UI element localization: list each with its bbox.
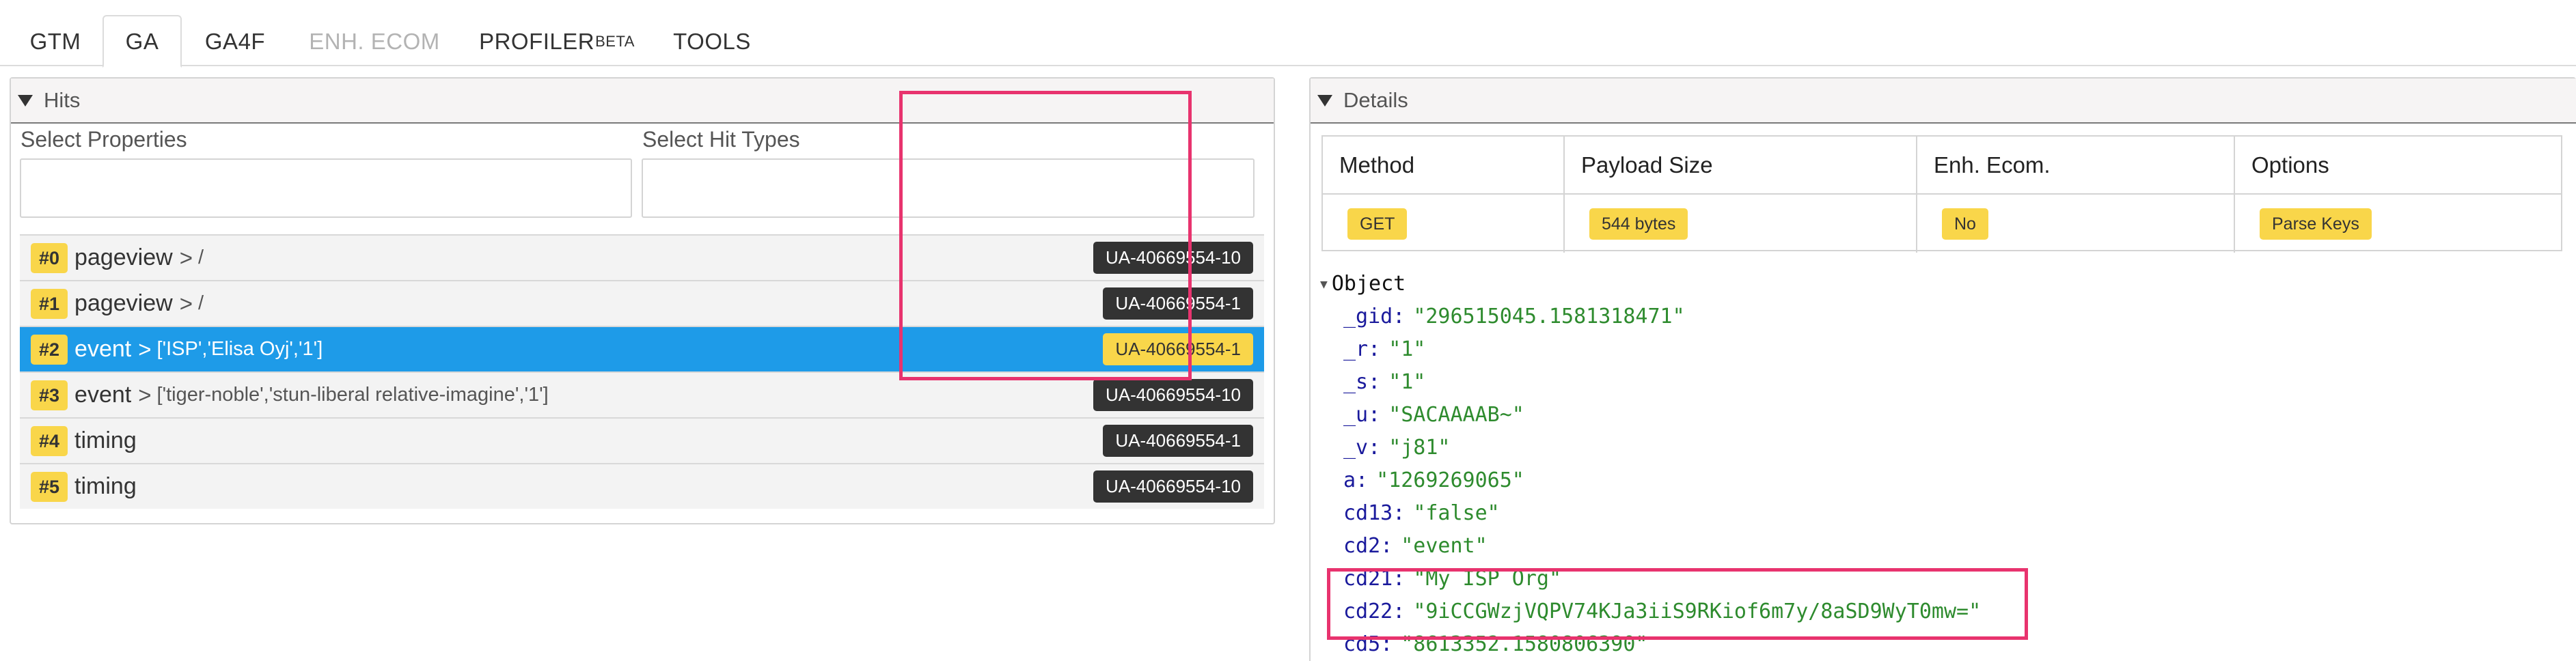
method-badge: GET (1347, 208, 1408, 240)
property-key: _gid: (1343, 305, 1406, 328)
property-row: _s: "1" (1343, 370, 1425, 394)
hit-separator: > (138, 382, 152, 408)
tracking-id-badge: UA-40669554-1 (1103, 425, 1253, 457)
property-row: cd13: "false" (1343, 501, 1500, 525)
hit-type: event (74, 382, 132, 408)
property-value: "1269269065" (1376, 468, 1524, 492)
property-row: _u: "SACAAAAB~" (1343, 403, 1524, 427)
hit-type: event (74, 336, 132, 362)
highlight-annotation-custom-dimensions (1327, 568, 2028, 640)
property-value: "1" (1388, 370, 1426, 394)
details-panel-header[interactable]: Details (1311, 79, 2576, 124)
property-key: _r: (1343, 337, 1381, 361)
tracking-id-badge: UA-40669554-10 (1093, 470, 1253, 503)
tab-gtm[interactable]: GTM (10, 15, 101, 68)
parse-keys-button[interactable]: Parse Keys (2260, 208, 2372, 240)
collapse-triangle-icon[interactable] (18, 94, 33, 107)
property-value: "j81" (1388, 436, 1451, 460)
property-row: cd2: "event" (1343, 534, 1488, 558)
object-tree-root[interactable]: ▼ Object (1320, 272, 1406, 296)
hit-separator: > (179, 244, 193, 270)
property-row: _r: "1" (1343, 337, 1425, 361)
details-table: Method Payload Size Enh. Ecom. Options G… (1321, 135, 2562, 253)
hit-type: timing (74, 473, 137, 499)
header-enh-ecom: Enh. Ecom. (1917, 137, 2235, 195)
payload-size-cell: 544 bytes (1565, 195, 1917, 253)
header-payload-size: Payload Size (1565, 137, 1917, 195)
property-value: "event" (1401, 534, 1488, 558)
property-row: _v: "j81" (1343, 436, 1451, 460)
select-hit-types-label: Select Hit Types (642, 127, 800, 152)
hit-number-badge: #3 (31, 380, 68, 410)
property-value: "SACAAAAB~" (1388, 403, 1524, 427)
expand-caret-icon[interactable]: ▼ (1320, 277, 1328, 292)
property-key: _u: (1343, 403, 1381, 427)
enh-ecom-badge: No (1942, 208, 1988, 240)
tab-ga4f[interactable]: GA4F (189, 15, 281, 68)
hit-number-badge: #4 (31, 425, 68, 456)
tracking-id-badge: UA-40669554-10 (1093, 379, 1253, 411)
hit-row[interactable]: #5 timing UA-40669554-10 (20, 463, 1264, 509)
header-method: Method (1323, 137, 1565, 195)
method-cell: GET (1323, 195, 1565, 253)
hit-number-badge: #0 (31, 242, 68, 273)
details-panel-title: Details (1343, 88, 1408, 112)
tab-profiler-beta: BETA (595, 32, 635, 50)
tab-bar: GTM GA GA4F ENH. ECOM PROFILER BETA TOOLS (0, 0, 2576, 68)
hit-type: pageview (74, 244, 173, 270)
property-key: _s: (1343, 370, 1381, 394)
options-cell: Parse Keys (2235, 195, 2562, 253)
highlight-annotation-tracking-ids (899, 91, 1192, 380)
property-row: _gid: "296515045.1581318471" (1343, 305, 1685, 328)
hit-separator: > (179, 290, 193, 316)
tab-profiler-label: PROFILER (479, 28, 595, 54)
hit-detail: / (197, 292, 204, 314)
property-key: cd2: (1343, 534, 1393, 558)
payload-size-badge: 544 bytes (1589, 208, 1688, 240)
property-value: "296515045.1581318471" (1413, 305, 1685, 328)
enh-ecom-cell: No (1917, 195, 2235, 253)
hit-type: timing (74, 427, 137, 453)
property-value: "1" (1388, 337, 1426, 361)
tab-profiler[interactable]: PROFILER BETA (471, 15, 642, 68)
property-key: a: (1343, 468, 1369, 492)
hit-detail: ['ISP','Elisa Oyj','1'] (156, 338, 323, 360)
collapse-triangle-icon[interactable] (1317, 94, 1332, 107)
object-label: Object (1331, 272, 1406, 296)
select-properties-label: Select Properties (20, 127, 187, 152)
tab-ga[interactable]: GA (102, 15, 182, 68)
hit-number-badge: #1 (31, 288, 68, 319)
header-options: Options (2235, 137, 2562, 195)
property-key: _v: (1343, 436, 1381, 460)
select-properties-input[interactable] (20, 158, 632, 218)
property-value: "false" (1413, 501, 1500, 525)
property-row: a: "1269269065" (1343, 468, 1524, 492)
hit-number-badge: #2 (31, 334, 68, 365)
hit-type: pageview (74, 290, 173, 316)
hit-detail: ['tiger-noble','stun-liberal relative-im… (156, 384, 549, 406)
hit-number-badge: #5 (31, 471, 68, 502)
hit-row[interactable]: #4 timing UA-40669554-1 (20, 417, 1264, 463)
tab-enh-ecom: ENH. ECOM (309, 28, 440, 54)
hits-panel-title: Hits (44, 88, 81, 112)
hit-detail: / (197, 247, 204, 268)
hit-separator: > (138, 336, 152, 362)
property-key: cd13: (1343, 501, 1406, 525)
tab-tools[interactable]: TOOLS (660, 15, 764, 68)
